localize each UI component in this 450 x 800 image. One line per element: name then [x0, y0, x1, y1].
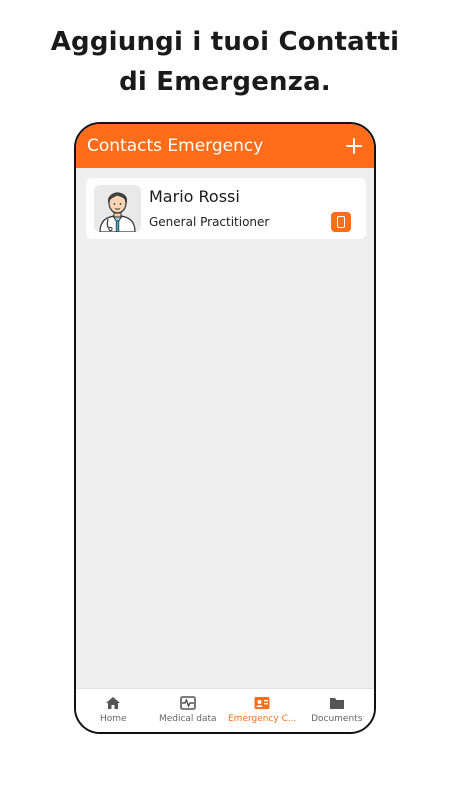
doctor-avatar	[94, 185, 141, 232]
bottom-navigation: Home Medical data Emergency C... Documen…	[76, 688, 374, 732]
nav-label-home: Home	[99, 714, 127, 724]
promo-headline-line1: Aggiungi i tuoi Contatti	[50, 27, 400, 57]
nav-item-emergency-contacts[interactable]: Emergency C...	[225, 689, 300, 732]
nav-label-medical-data: Medical data	[158, 714, 217, 724]
promo-headline-line2: di Emergenza.	[119, 67, 331, 97]
nav-label-documents: Documents	[311, 714, 363, 724]
promo-headline: Aggiungi i tuoi Contatti di Emergenza.	[0, 22, 450, 102]
contact-card-icon	[254, 697, 270, 709]
mobile-phone-icon	[337, 216, 345, 228]
contact-role: General Practitioner	[149, 215, 270, 229]
nav-item-medical-data[interactable]: Medical data	[151, 689, 226, 732]
nav-item-documents[interactable]: Documents	[300, 689, 375, 732]
nav-label-emergency-contacts: Emergency C...	[228, 714, 297, 724]
contact-list-item[interactable]: Mario Rossi General Practitioner	[86, 178, 366, 239]
call-contact-button[interactable]	[331, 212, 351, 232]
nav-item-home[interactable]: Home	[76, 689, 151, 732]
phone-frame: Contacts Emergency Mario Rossi General P…	[74, 122, 376, 734]
folder-icon	[329, 698, 344, 709]
app-bar: Contacts Emergency	[76, 124, 374, 168]
doctor-icon	[99, 192, 136, 232]
contact-name: Mario Rossi	[149, 187, 240, 206]
heartbeat-icon	[179, 696, 196, 710]
home-icon	[106, 697, 121, 709]
add-contact-button[interactable]	[344, 136, 364, 156]
page-title: Contacts Emergency	[87, 136, 264, 156]
